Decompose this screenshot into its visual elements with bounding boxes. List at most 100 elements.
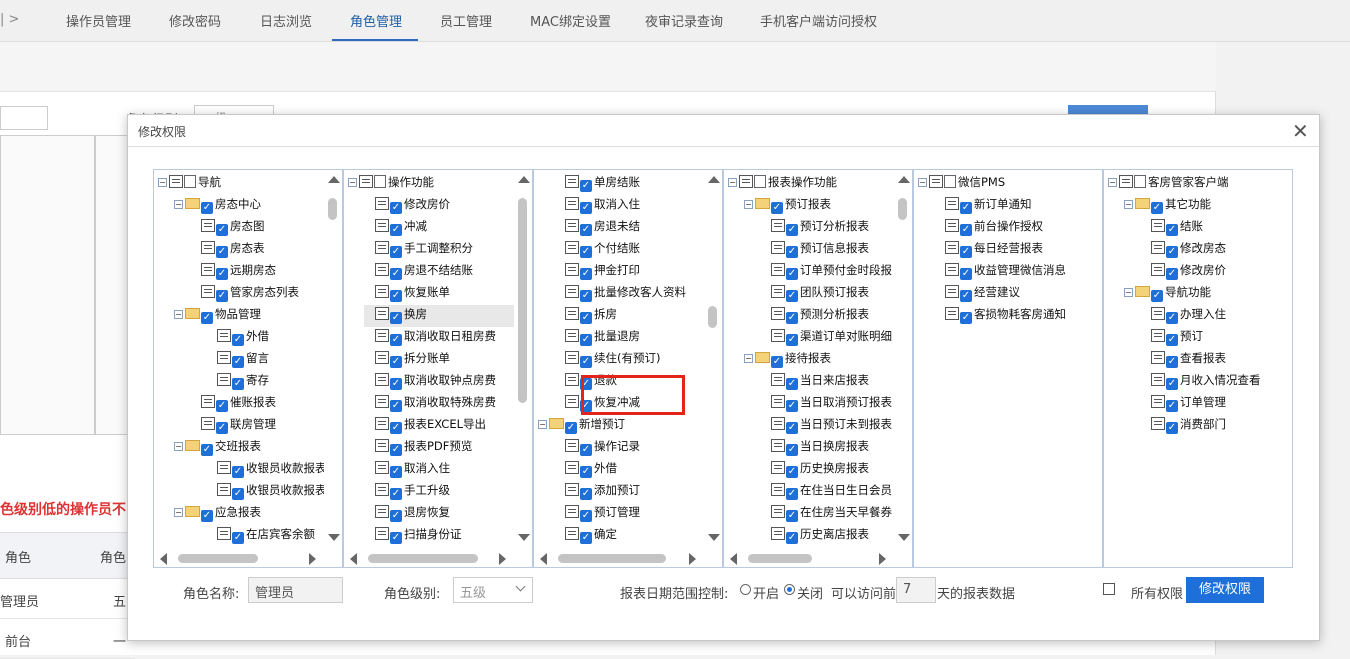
checkbox-checked[interactable]: ✓ (786, 444, 798, 456)
tree-node[interactable]: ✓ 查看报表 (1140, 349, 1226, 371)
checkbox-checked[interactable]: ✓ (390, 246, 402, 258)
expand-toggle-icon[interactable]: − (174, 200, 183, 209)
tree-node[interactable]: ✓ 在店宾客余额 (206, 525, 315, 547)
role-name-input[interactable]: 管理员 (248, 577, 343, 603)
checkbox-checked[interactable]: ✓ (786, 312, 798, 324)
scroll-thumb[interactable] (518, 198, 527, 403)
checkbox-checked[interactable]: ✓ (1166, 224, 1178, 236)
tree-node[interactable]: ✓ 团队预订报表 (760, 283, 869, 305)
checkbox-checked[interactable]: ✓ (232, 378, 244, 390)
checkbox-checked[interactable]: ✓ (786, 334, 798, 346)
checkbox-checked[interactable]: ✓ (786, 290, 798, 302)
tree-node[interactable]: ✓ 操作记录 (554, 437, 640, 459)
checkbox-checked[interactable]: ✓ (232, 532, 244, 544)
checkbox-checked[interactable]: ✓ (960, 246, 972, 258)
checkbox-checked[interactable]: ✓ (216, 246, 228, 258)
tree-node[interactable]: ✓ 取消入住 (364, 459, 450, 481)
scroll-up-icon[interactable] (898, 176, 910, 183)
scroll-down-icon[interactable] (708, 534, 720, 541)
checkbox-checked[interactable]: ✓ (390, 224, 402, 236)
scroll-thumb[interactable] (368, 554, 478, 563)
checkbox-checked[interactable]: ✓ (786, 422, 798, 434)
vertical-scrollbar[interactable] (324, 170, 342, 567)
tree-node[interactable]: ✓ 当日预订未到报表 (760, 415, 892, 437)
tree-node[interactable]: ✓ 扫描身份证 (364, 525, 462, 547)
checkbox-checked[interactable]: ✓ (580, 290, 592, 302)
checkbox-checked[interactable]: ✓ (960, 268, 972, 280)
tree-node[interactable]: ✓ 修改房价 (1140, 261, 1226, 283)
horizontal-scrollbar[interactable] (344, 549, 532, 567)
checkbox-checked[interactable]: ✓ (786, 378, 798, 390)
tree-node[interactable]: ✓ 批量修改客人资料 (554, 283, 686, 305)
tree-node[interactable]: ✓ 外借 (206, 327, 269, 349)
checkbox-checked[interactable]: ✓ (786, 488, 798, 500)
tree-node[interactable]: ✓ 预订 (1140, 327, 1203, 349)
scroll-up-icon[interactable] (708, 176, 720, 183)
checkbox-checked[interactable]: ✓ (390, 378, 402, 390)
checkbox-checked[interactable]: ✓ (786, 400, 798, 412)
checkbox-checked[interactable]: ✓ (565, 422, 577, 434)
tree-node[interactable]: ✓ 房态图 (190, 217, 265, 239)
tree-node[interactable]: − 报表操作功能 (728, 173, 837, 195)
checkbox-checked[interactable]: ✓ (580, 444, 592, 456)
tree-node[interactable]: ✓ 房退不结结账 (364, 261, 473, 283)
tree-node[interactable]: − 操作功能 (348, 173, 434, 195)
tree-node[interactable]: ✓ 恢复账单 (364, 283, 450, 305)
checkbox-checked[interactable]: ✓ (232, 466, 244, 478)
tree-node[interactable]: ✓ 远期房态 (190, 261, 276, 283)
tree-node[interactable]: ✓ 收银员收款报表 (206, 481, 327, 503)
checkbox-checked[interactable]: ✓ (390, 312, 402, 324)
tree-node[interactable]: ✓ 押金打印 (554, 261, 640, 283)
tree-node[interactable]: ✓ 报表EXCEL导出 (364, 415, 486, 437)
horizontal-scrollbar[interactable] (154, 549, 342, 567)
tree-node[interactable]: ✓ 拆分账单 (364, 349, 450, 371)
tree-node[interactable]: ✓ 月收入情况查看 (1140, 371, 1261, 393)
checkbox-checked[interactable]: ✓ (201, 312, 213, 324)
checkbox-checked[interactable]: ✓ (960, 290, 972, 302)
close-icon[interactable]: ✕ (1292, 119, 1309, 143)
scroll-right-icon[interactable] (879, 553, 886, 565)
tree-node[interactable]: ✓ 收银员收款报表 (206, 459, 327, 481)
checkbox-checked[interactable]: ✓ (201, 202, 213, 214)
checkbox-checked[interactable]: ✓ (1151, 202, 1163, 214)
tree-node[interactable]: ✓ 确定 (554, 525, 617, 547)
radio-disable[interactable] (784, 584, 795, 595)
tree-node[interactable]: ✓ 当日换房报表 (760, 437, 869, 459)
horizontal-scrollbar[interactable] (534, 549, 722, 567)
checkbox-checked[interactable]: ✓ (232, 356, 244, 368)
tree-node[interactable]: ✓ 寄存 (206, 371, 269, 393)
checkbox-checked[interactable]: ✓ (786, 268, 798, 280)
expand-toggle-icon[interactable]: − (174, 508, 183, 517)
tree-node[interactable]: − ✓ 新增预订 (538, 415, 625, 437)
checkbox-checked[interactable]: ✓ (390, 334, 402, 346)
tab-operator-mgmt[interactable]: 操作员管理 (66, 11, 131, 30)
tree-node[interactable]: ✓ 取消收取特殊房费 (364, 393, 496, 415)
tree-node[interactable]: ✓ 手工调整积分 (364, 239, 473, 261)
checkbox-checked[interactable]: ✓ (1166, 268, 1178, 280)
scroll-down-icon[interactable] (328, 534, 340, 541)
checkbox-checked[interactable]: ✓ (960, 202, 972, 214)
tree-node[interactable]: ✓ 预订管理 (554, 503, 640, 525)
tree-node[interactable]: ✓ 经营建议 (934, 283, 1020, 305)
role-level-select[interactable]: 五级 (453, 577, 533, 603)
checkbox-checked[interactable]: ✓ (580, 202, 592, 214)
tree-node[interactable]: ✓ 修改房态 (1140, 239, 1226, 261)
scroll-thumb[interactable] (178, 554, 258, 563)
scroll-down-icon[interactable] (898, 534, 910, 541)
tab-mobile-access[interactable]: 手机客户端访问授权 (760, 11, 877, 30)
vertical-scrollbar[interactable] (894, 170, 912, 567)
scroll-right-icon[interactable] (499, 553, 506, 565)
tree-node[interactable]: ✓ 添加预订 (554, 481, 640, 503)
checkbox-checked[interactable]: ✓ (580, 466, 592, 478)
tree-node[interactable]: ✓ 历史离店报表 (760, 525, 869, 547)
checkbox-checked[interactable]: ✓ (216, 268, 228, 280)
tree-node[interactable]: − 微信PMS (918, 173, 1005, 195)
tree-node[interactable]: ✓ 留言 (206, 349, 269, 371)
tree-node[interactable]: ✓ 客损物耗客房通知 (934, 305, 1066, 327)
tree-node[interactable]: ✓ 退房恢复 (364, 503, 450, 525)
checkbox-checked[interactable]: ✓ (786, 510, 798, 522)
checkbox-checked[interactable]: ✓ (786, 246, 798, 258)
checkbox-checked[interactable]: ✓ (1166, 334, 1178, 346)
tree-node[interactable]: ✓ 新订单通知 (934, 195, 1032, 217)
all-permissions-checkbox[interactable] (1103, 583, 1115, 595)
